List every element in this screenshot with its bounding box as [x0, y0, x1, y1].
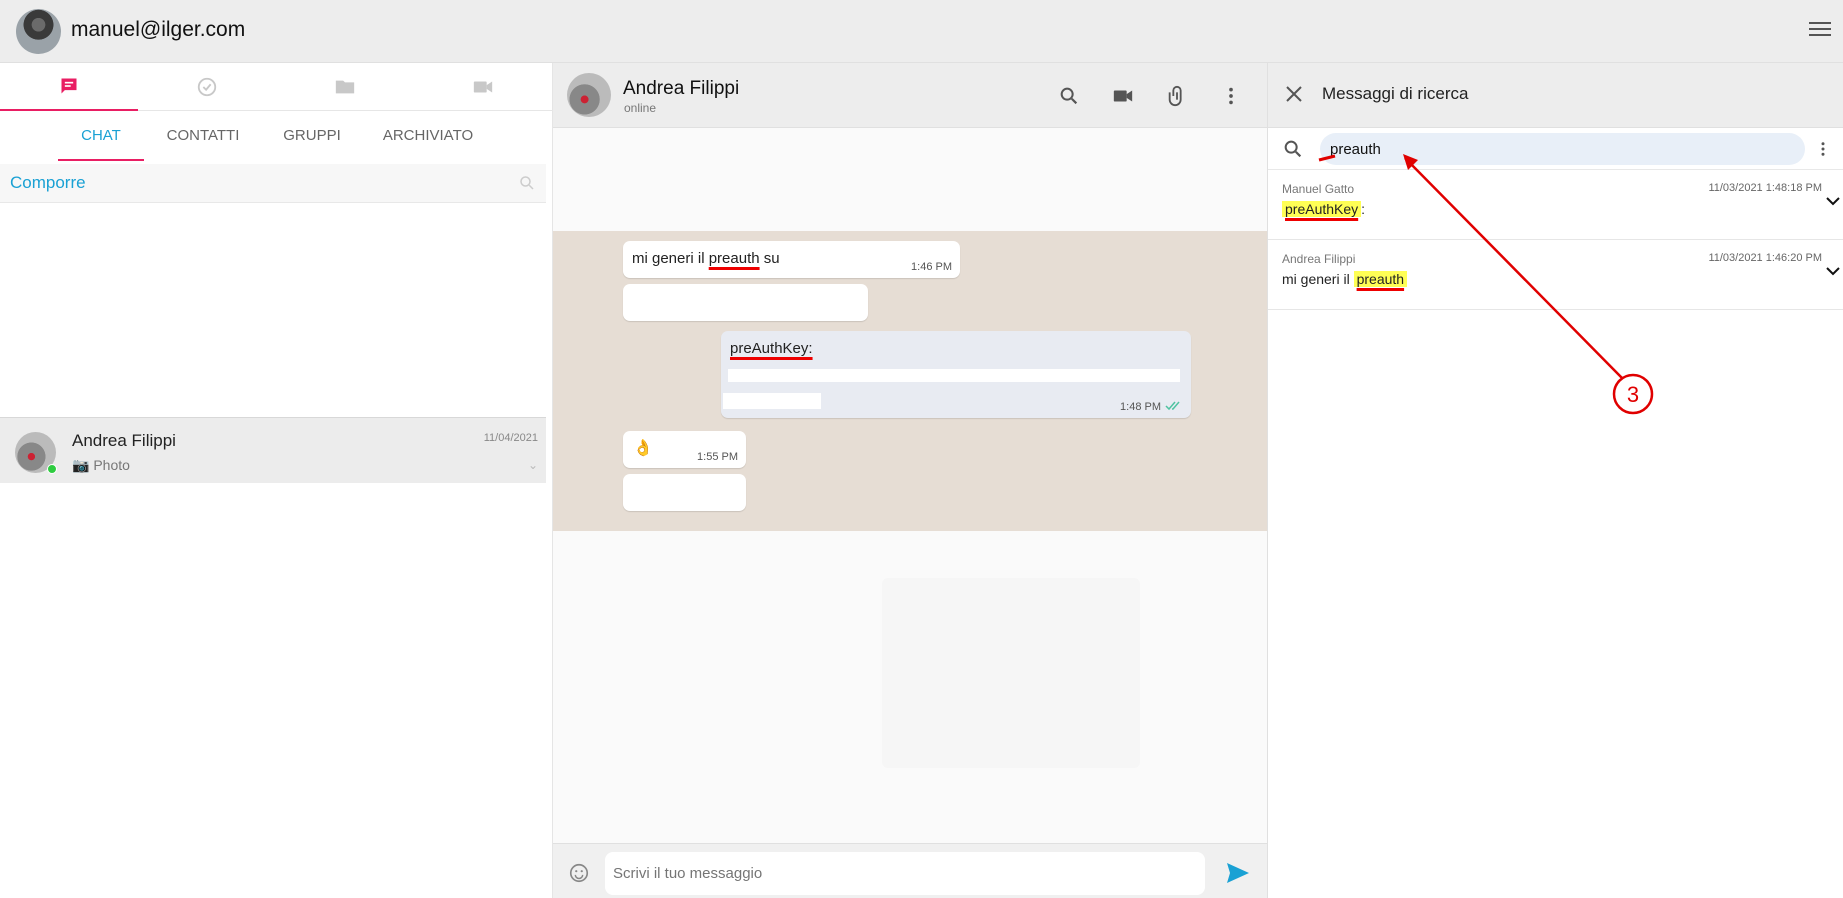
- video-icon: [473, 81, 493, 93]
- message-bubble[interactable]: mi generi il preauth su 1:46 PM: [623, 241, 960, 278]
- result-highlight: preAuthKey: [1282, 201, 1362, 217]
- message-bubble[interactable]: 👌 1:55 PM: [623, 431, 746, 468]
- message-bubble-redacted[interactable]: [623, 284, 868, 321]
- message-input-bar: [553, 843, 1267, 898]
- video-call-button[interactable]: [1110, 83, 1136, 109]
- search-panel-title: Messaggi di ricerca: [1322, 84, 1469, 103]
- message-time: 1:55 PM: [697, 451, 738, 463]
- message-text-match: preauth: [708, 250, 760, 267]
- search-result[interactable]: Manuel Gatto 11/03/2021 1:48:18 PM preAu…: [1268, 170, 1843, 240]
- search-result[interactable]: Andrea Filippi 11/03/2021 1:46:20 PM mi …: [1268, 240, 1843, 310]
- emoji-icon[interactable]: [568, 862, 590, 884]
- result-timestamp: 11/03/2021 1:46:20 PM: [1708, 252, 1822, 264]
- left-panel: CHAT CONTATTI GRUPPI ARCHIVIATO Comporre…: [0, 63, 553, 898]
- close-icon[interactable]: [1284, 84, 1304, 104]
- result-highlight: preauth: [1353, 271, 1408, 287]
- double-check-icon: [1165, 401, 1180, 411]
- top-bar: manuel@ilger.com: [0, 0, 1843, 63]
- messages-area: mi generi il preauth su 1:46 PM preAuthK…: [553, 231, 1267, 531]
- chat-header: Andrea Filippi online: [553, 63, 1267, 128]
- compose-label: Comporre: [10, 173, 86, 192]
- chat-item-name: Andrea Filippi: [72, 431, 176, 450]
- tab-contatti[interactable]: CONTATTI: [160, 111, 246, 161]
- camera-icon: 📷: [72, 457, 90, 473]
- check-circle-icon: [197, 77, 217, 97]
- icon-tabs: [0, 63, 553, 111]
- compose-search[interactable]: Comporre: [0, 164, 546, 203]
- search-icon: [1284, 140, 1302, 158]
- result-sender: Andrea Filippi: [1282, 252, 1356, 266]
- attach-button[interactable]: [1164, 83, 1190, 109]
- result-snippet: preAuthKey:: [1282, 201, 1365, 217]
- result-snippet: mi generi il preauth: [1282, 271, 1408, 287]
- send-icon[interactable]: [1226, 862, 1250, 884]
- message-text-pre: mi generi il: [632, 250, 709, 267]
- message-bubble-outgoing[interactable]: preAuthKey: 1:48 PM: [721, 331, 1191, 418]
- online-indicator: [47, 464, 57, 474]
- tab-video-icon[interactable]: [414, 63, 552, 111]
- tab-chat[interactable]: CHAT: [58, 111, 144, 161]
- chevron-down-icon[interactable]: [1826, 266, 1840, 276]
- tab-tasks-icon[interactable]: [138, 63, 276, 111]
- message-text-post: su: [759, 250, 780, 267]
- result-sender: Manuel Gatto: [1282, 182, 1355, 196]
- redacted-block: [723, 393, 821, 409]
- search-input[interactable]: [1320, 133, 1805, 165]
- search-button[interactable]: [1056, 83, 1082, 109]
- chat-panel: Andrea Filippi online mi generi il preau…: [553, 63, 1267, 898]
- message-emoji: 👌: [633, 440, 653, 457]
- user-email: manuel@ilger.com: [71, 18, 246, 41]
- search-bar: [1268, 128, 1843, 170]
- tab-files-icon[interactable]: [276, 63, 414, 111]
- chat-icon: [61, 78, 77, 94]
- folder-icon: [335, 80, 355, 94]
- contact-name: Andrea Filippi: [623, 78, 740, 99]
- search-icon[interactable]: [518, 174, 536, 192]
- message-time: 1:46 PM: [911, 261, 952, 273]
- result-snippet-post: :: [1361, 201, 1366, 217]
- tab-chats-icon[interactable]: [0, 63, 138, 111]
- more-vertical-icon: [1229, 87, 1233, 105]
- chevron-down-icon[interactable]: ⌄: [528, 458, 538, 472]
- chat-category-tabs: CHAT CONTATTI GRUPPI ARCHIVIATO: [0, 111, 553, 161]
- more-vertical-icon[interactable]: [1814, 140, 1832, 158]
- chat-item-last-message: 📷 Photo: [72, 457, 130, 474]
- menu-icon[interactable]: [1809, 20, 1831, 38]
- result-timestamp: 11/03/2021 1:48:18 PM: [1708, 182, 1822, 194]
- search-panel: Messaggi di ricerca Manuel Gatto 11/03/2…: [1267, 63, 1843, 898]
- chevron-down-icon[interactable]: [1826, 196, 1840, 206]
- message-time: 1:48 PM: [1120, 401, 1161, 413]
- message-text: preAuthKey:: [730, 340, 813, 357]
- tab-gruppi[interactable]: GRUPPI: [270, 111, 354, 161]
- contact-avatar[interactable]: [567, 73, 611, 117]
- user-avatar[interactable]: [16, 9, 61, 54]
- chat-list-item[interactable]: Andrea Filippi 11/04/2021 📷 Photo ⌄: [0, 417, 546, 483]
- search-panel-header: Messaggi di ricerca: [1268, 63, 1843, 128]
- chat-item-date: 11/04/2021: [483, 432, 538, 444]
- last-message-text: Photo: [93, 457, 130, 473]
- result-snippet-pre: mi generi il: [1282, 271, 1354, 287]
- tab-archiviato[interactable]: ARCHIVIATO: [376, 111, 480, 161]
- faded-image-placeholder: [882, 578, 1140, 768]
- message-input[interactable]: [605, 852, 1205, 895]
- message-bubble-redacted[interactable]: [623, 474, 746, 511]
- redacted-block: [728, 369, 1180, 382]
- paperclip-icon: [1168, 85, 1182, 106]
- more-options-button[interactable]: [1218, 83, 1244, 109]
- video-camera-icon: [1113, 90, 1133, 102]
- search-icon: [1060, 87, 1078, 105]
- message-text: mi generi il preauth su: [632, 250, 780, 267]
- contact-status: online: [624, 101, 657, 115]
